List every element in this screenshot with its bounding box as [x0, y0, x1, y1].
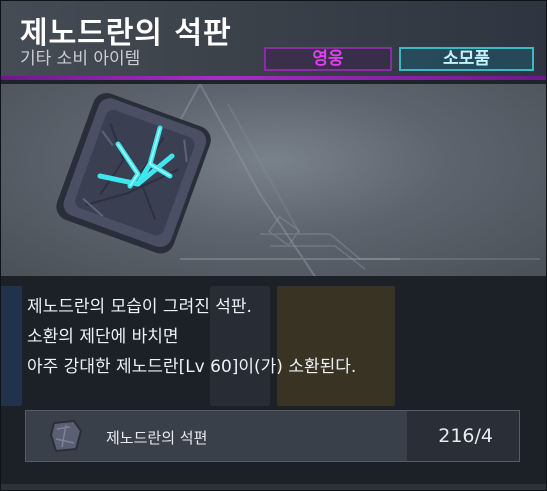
material-count-box: 216/4 — [407, 411, 519, 461]
description-line: 소환의 제단에 바치면 — [27, 327, 179, 347]
grade-tag-hero: 영웅 — [264, 47, 392, 71]
material-name: 제노드란의 석편 — [106, 429, 208, 447]
material-row[interactable]: 제노드란의 석편 216/4 — [25, 410, 520, 462]
bottom-strip — [0, 484, 547, 491]
item-artwork — [0, 84, 547, 276]
description-line: 아주 강대한 제노드란[Lv 60]이(가) 소환된다. — [27, 357, 357, 377]
type-tag-consumable: 소모품 — [399, 47, 534, 71]
item-header: 제노드란의 석판 기타 소비 아이템 영웅 소모품 — [0, 0, 547, 80]
description-line: 제노드란의 모습이 그려진 석판. — [27, 297, 252, 317]
item-tooltip-panel: 제노드란의 석판 기타 소비 아이템 영웅 소모품 제노드란의 모습이 그려진 … — [0, 0, 547, 491]
stone-fragment-icon — [49, 419, 83, 453]
item-description: 제노드란의 모습이 그려진 석판. 소환의 제단에 바치면 아주 강대한 제노드… — [27, 292, 356, 382]
artwork-background-icon — [56, 84, 540, 276]
material-count: 216/4 — [438, 425, 493, 447]
ghost-slot — [0, 286, 22, 406]
item-category: 기타 소비 아이템 — [20, 49, 141, 69]
stone-tablet-icon — [56, 93, 211, 254]
